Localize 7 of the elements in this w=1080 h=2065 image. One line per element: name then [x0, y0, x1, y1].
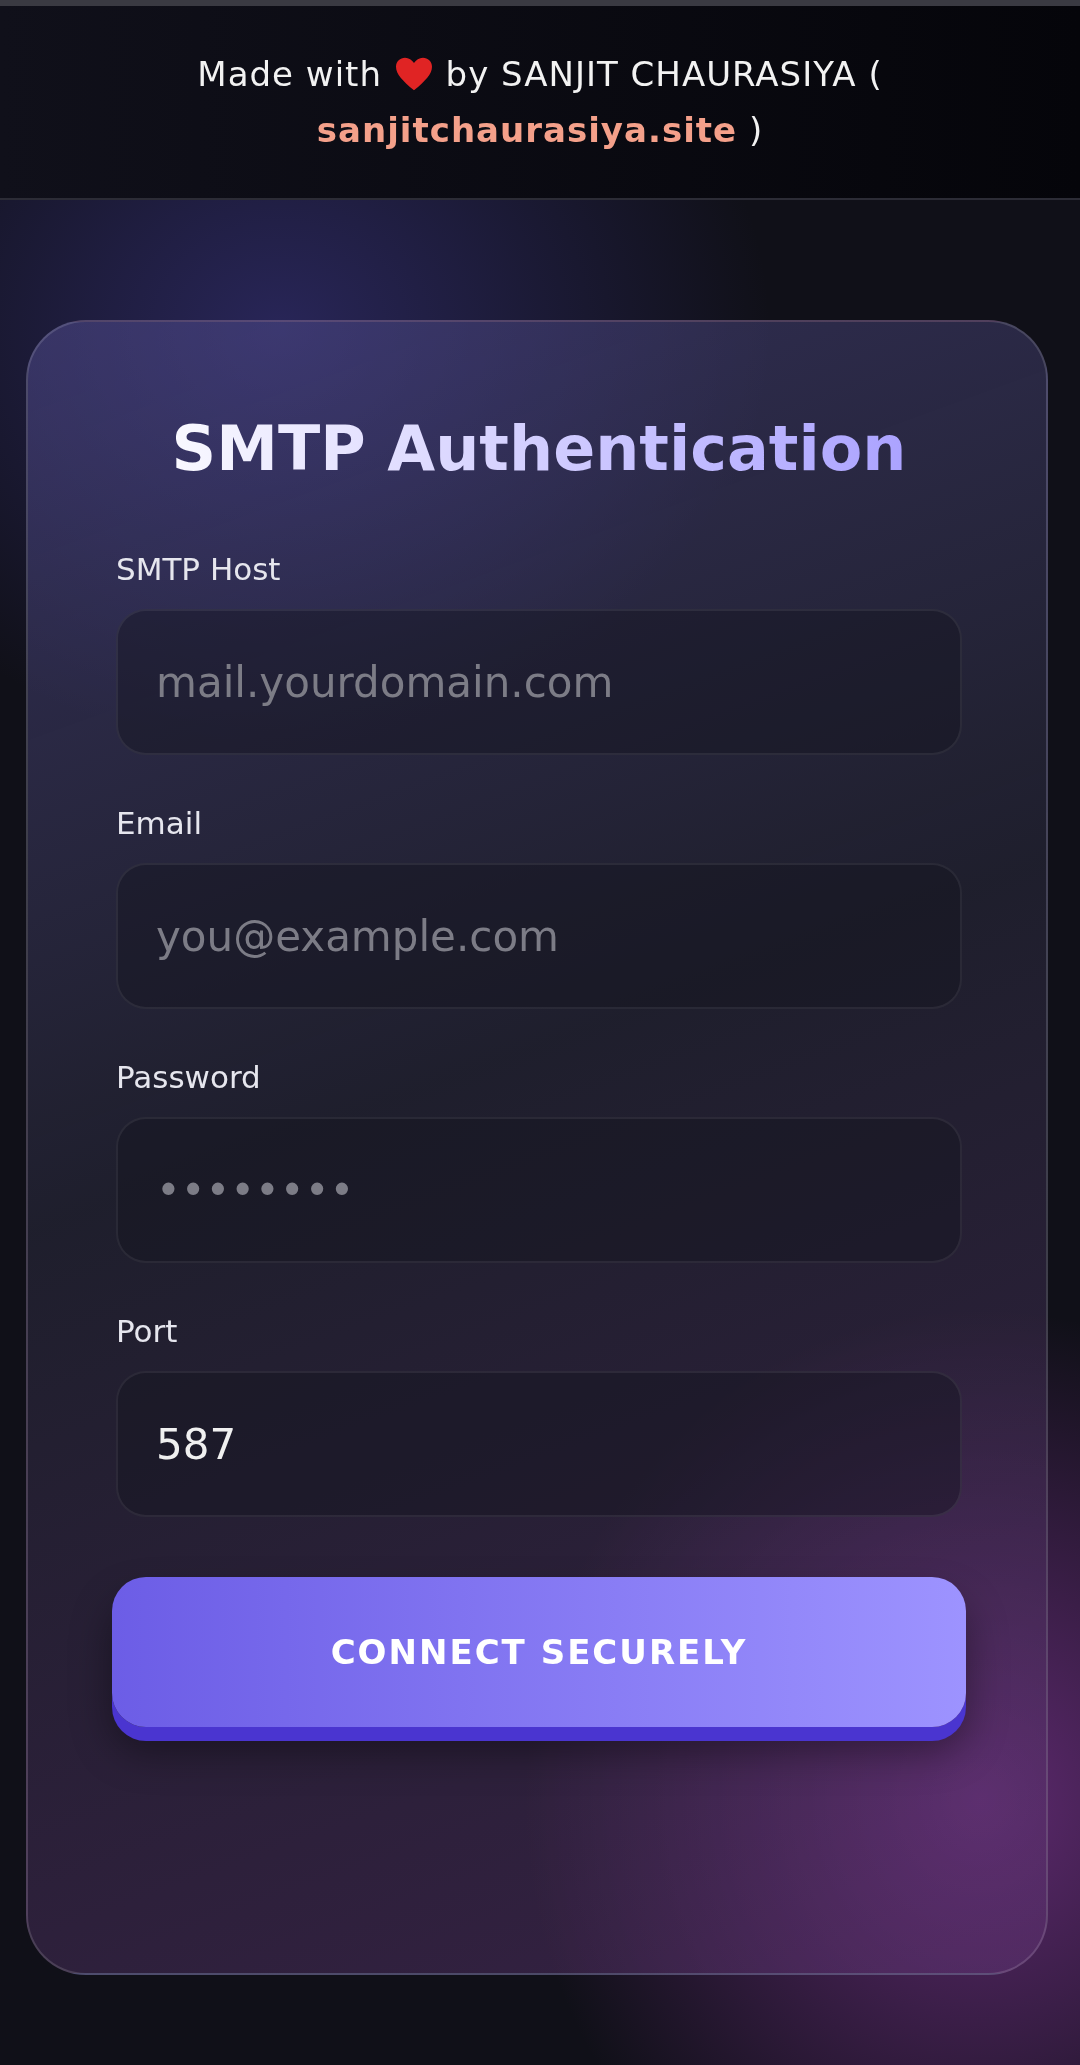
- field-label: Port: [116, 1313, 179, 1349]
- field-label: Password: [116, 1059, 262, 1095]
- field-label: Email: [116, 805, 203, 841]
- heart-icon: [393, 56, 434, 92]
- field-label: SMTP Host: [116, 551, 282, 587]
- site-link[interactable]: sanjitchaurasiya.site: [316, 110, 738, 150]
- credit-text: Made with by SANJIT CHAURASIYA ( sanjitchaurasiya.site ): [196, 53, 884, 152]
